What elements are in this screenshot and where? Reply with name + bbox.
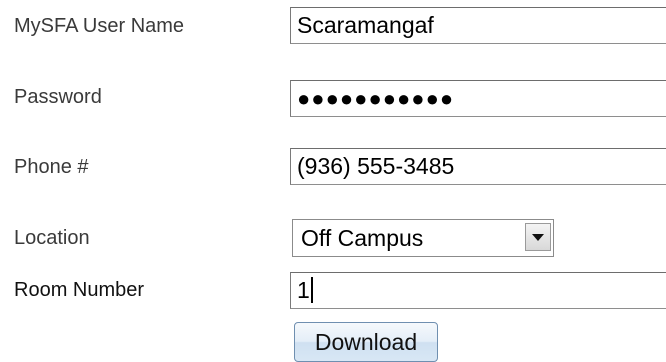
room-number-label: Room Number [14, 279, 145, 301]
chevron-down-icon [532, 233, 544, 241]
text-cursor [310, 277, 313, 303]
location-dropdown-button[interactable] [525, 223, 551, 251]
phone-field[interactable]: (936) 555-3485 [290, 148, 666, 185]
phone-label: Phone # [14, 156, 89, 178]
username-label: MySFA User Name [14, 15, 185, 37]
location-selected-value: Off Campus [301, 225, 424, 251]
username-field[interactable]: Scaramangaf [290, 7, 666, 44]
room-number-value: 1 [297, 277, 310, 303]
password-value: ●●●●●●●●●●● [297, 86, 455, 111]
username-value: Scaramangaf [297, 12, 434, 38]
location-label: Location [14, 227, 90, 249]
location-select[interactable]: Off Campus [292, 219, 554, 257]
download-button[interactable]: Download [294, 322, 438, 362]
password-field[interactable]: ●●●●●●●●●●● [290, 80, 666, 117]
phone-value: (936) 555-3485 [297, 153, 455, 179]
password-label: Password [14, 86, 102, 108]
room-number-field[interactable]: 1 [290, 272, 666, 309]
